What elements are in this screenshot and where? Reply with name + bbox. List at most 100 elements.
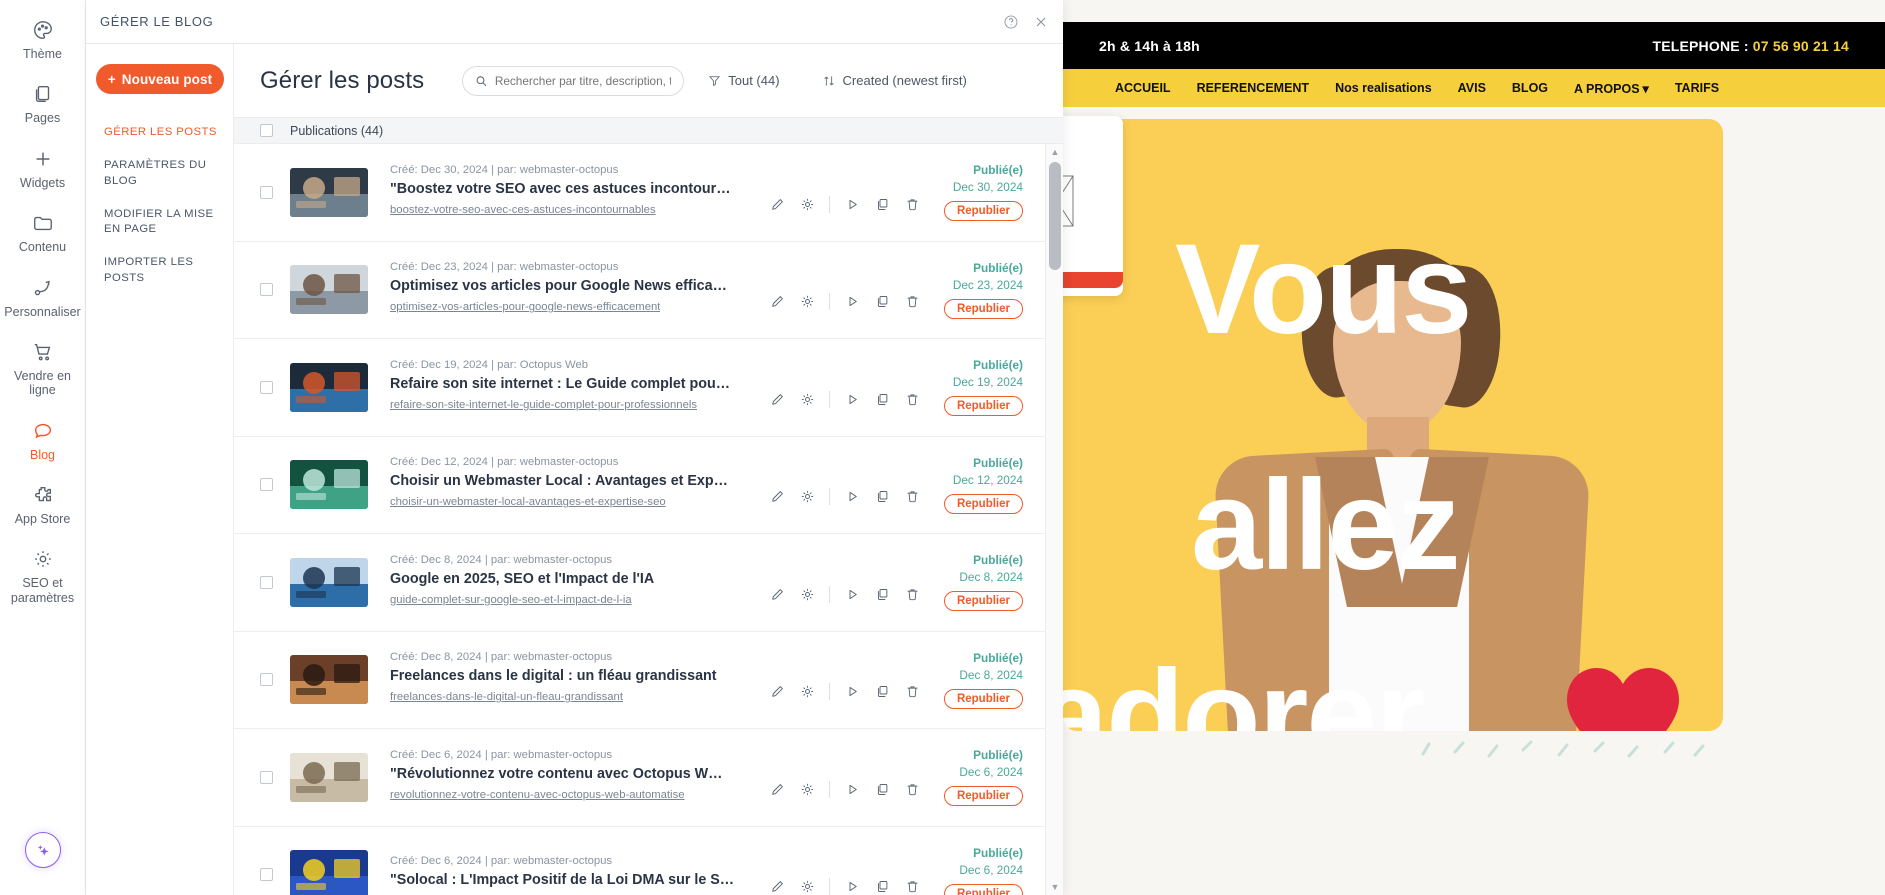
preview-post-button[interactable]: [837, 874, 867, 895]
table-row[interactable]: Créé: Dec 19, 2024 | par: Octopus Web Re…: [234, 339, 1045, 437]
edit-post-button[interactable]: [762, 191, 792, 217]
duplicate-post-button[interactable]: [867, 679, 897, 705]
delete-post-button[interactable]: [897, 679, 927, 705]
preview-post-button[interactable]: [837, 191, 867, 217]
table-row[interactable]: Créé: Dec 6, 2024 | par: webmaster-octop…: [234, 827, 1045, 895]
post-title[interactable]: Google en 2025, SEO et l'Impact de l'IA: [390, 571, 742, 587]
post-title[interactable]: Freelances dans le digital : un fléau gr…: [390, 668, 742, 684]
row-select-checkbox[interactable]: [260, 185, 273, 199]
post-settings-button[interactable]: [792, 679, 822, 705]
delete-post-button[interactable]: [897, 191, 927, 217]
post-settings-button[interactable]: [792, 386, 822, 412]
site-nav-referencement[interactable]: REFERENCEMENT: [1197, 81, 1310, 95]
post-title[interactable]: Refaire son site internet : Le Guide com…: [390, 376, 742, 392]
post-title[interactable]: "Révolutionnez votre contenu avec Octopu…: [390, 766, 742, 782]
edit-post-button[interactable]: [762, 289, 792, 315]
edit-post-button[interactable]: [762, 679, 792, 705]
duplicate-post-button[interactable]: [867, 484, 897, 510]
filter-button[interactable]: Tout (44): [708, 73, 780, 88]
select-all-checkbox[interactable]: [260, 124, 273, 137]
preview-post-button[interactable]: [837, 679, 867, 705]
table-row[interactable]: Créé: Dec 8, 2024 | par: webmaster-octop…: [234, 632, 1045, 729]
row-select-checkbox[interactable]: [260, 478, 273, 492]
row-select-checkbox[interactable]: [260, 380, 273, 394]
site-navbar[interactable]: ACCUEIL REFERENCEMENT Nos realisations A…: [1063, 69, 1885, 107]
row-select-checkbox[interactable]: [260, 575, 273, 589]
table-row[interactable]: Créé: Dec 23, 2024 | par: webmaster-octo…: [234, 242, 1045, 339]
post-slug-link[interactable]: freelances-dans-le-digital-un-fleau-gran…: [390, 691, 623, 703]
preview-post-button[interactable]: [837, 484, 867, 510]
sidebar-item-seo-parametres[interactable]: SEO et paramètres: [0, 537, 85, 616]
preview-post-button[interactable]: [837, 776, 867, 802]
delete-post-button[interactable]: [897, 484, 927, 510]
sidebar-item-widgets[interactable]: Widgets: [0, 137, 85, 201]
post-settings-button[interactable]: [792, 289, 822, 315]
duplicate-post-button[interactable]: [867, 581, 897, 607]
mnav-item-parametres-du-blog[interactable]: PARAMÈTRES DU BLOG: [86, 149, 233, 198]
post-title[interactable]: "Boostez votre SEO avec ces astuces inco…: [390, 181, 742, 197]
close-icon[interactable]: [1033, 14, 1049, 30]
post-settings-button[interactable]: [792, 581, 822, 607]
duplicate-post-button[interactable]: [867, 776, 897, 802]
search-box[interactable]: [462, 65, 685, 96]
delete-post-button[interactable]: [897, 386, 927, 412]
edit-post-button[interactable]: [762, 581, 792, 607]
post-settings-button[interactable]: [792, 484, 822, 510]
site-nav-avis[interactable]: AVIS: [1458, 81, 1486, 95]
row-select-checkbox[interactable]: [260, 868, 273, 882]
republish-button[interactable]: Republier: [943, 298, 1023, 319]
republish-button[interactable]: Republier: [943, 883, 1023, 895]
sidebar-item-pages[interactable]: Pages: [0, 72, 85, 136]
post-settings-button[interactable]: [792, 191, 822, 217]
republish-button[interactable]: Republier: [943, 396, 1023, 417]
mnav-item-modifier-la-mise-en-page[interactable]: MODIFIER LA MISE EN PAGE: [86, 198, 233, 247]
table-row[interactable]: Créé: Dec 6, 2024 | par: webmaster-octop…: [234, 729, 1045, 827]
site-nav-tarifs[interactable]: TARIFS: [1675, 81, 1719, 95]
duplicate-post-button[interactable]: [867, 874, 897, 895]
republish-button[interactable]: Republier: [943, 688, 1023, 709]
republish-button[interactable]: Republier: [943, 786, 1023, 807]
duplicate-post-button[interactable]: [867, 191, 897, 217]
preview-post-button[interactable]: [837, 386, 867, 412]
ai-assistant-button[interactable]: [25, 832, 61, 868]
post-slug-link[interactable]: revolutionnez-votre-contenu-avec-octopus…: [390, 789, 685, 801]
sidebar-item-vendre-en-ligne[interactable]: Vendre en ligne: [0, 330, 85, 409]
sidebar-item-personnaliser[interactable]: Personnaliser: [0, 266, 85, 330]
sidebar-item-blog[interactable]: Blog: [0, 409, 85, 473]
preview-post-button[interactable]: [837, 289, 867, 315]
post-slug-link[interactable]: choisir-un-webmaster-local-avantages-et-…: [390, 496, 666, 508]
row-select-checkbox[interactable]: [260, 673, 273, 687]
site-nav-blog[interactable]: BLOG: [1512, 81, 1548, 95]
scroll-up-arrow[interactable]: ▲: [1046, 144, 1063, 160]
delete-post-button[interactable]: [897, 581, 927, 607]
sidebar-item-theme[interactable]: Thème: [0, 8, 85, 72]
post-title[interactable]: Choisir un Webmaster Local : Avantages e…: [390, 473, 742, 489]
duplicate-post-button[interactable]: [867, 386, 897, 412]
scrollbar-thumb[interactable]: [1049, 162, 1061, 270]
row-select-checkbox[interactable]: [260, 283, 273, 297]
post-title[interactable]: "Solocal : L'Impact Positif de la Loi DM…: [390, 872, 742, 888]
help-circle-icon[interactable]: [1003, 14, 1019, 30]
post-slug-link[interactable]: refaire-son-site-internet-le-guide-compl…: [390, 399, 697, 411]
table-row[interactable]: Créé: Dec 8, 2024 | par: webmaster-octop…: [234, 534, 1045, 632]
duplicate-post-button[interactable]: [867, 289, 897, 315]
sidebar-item-contenu[interactable]: Contenu: [0, 201, 85, 265]
row-select-checkbox[interactable]: [260, 770, 273, 784]
site-nav-apropos[interactable]: A PROPOS ▾: [1574, 81, 1649, 96]
delete-post-button[interactable]: [897, 874, 927, 895]
delete-post-button[interactable]: [897, 776, 927, 802]
mnav-item-importer-les-posts[interactable]: IMPORTER LES POSTS: [86, 246, 233, 295]
site-nav-accueil[interactable]: ACCUEIL: [1115, 81, 1171, 95]
site-nav-realisations[interactable]: Nos realisations: [1335, 81, 1432, 95]
scroll-down-arrow[interactable]: ▼: [1046, 879, 1063, 895]
new-post-button[interactable]: + Nouveau post: [96, 64, 224, 94]
edit-post-button[interactable]: [762, 776, 792, 802]
republish-button[interactable]: Republier: [943, 201, 1023, 222]
post-settings-button[interactable]: [792, 776, 822, 802]
republish-button[interactable]: Republier: [943, 591, 1023, 612]
post-slug-link[interactable]: boostez-votre-seo-avec-ces-astuces-incon…: [390, 204, 656, 216]
post-slug-link[interactable]: optimisez-vos-articles-pour-google-news-…: [390, 301, 660, 313]
edit-post-button[interactable]: [762, 484, 792, 510]
table-row[interactable]: Créé: Dec 30, 2024 | par: webmaster-octo…: [234, 144, 1045, 242]
preview-post-button[interactable]: [837, 581, 867, 607]
